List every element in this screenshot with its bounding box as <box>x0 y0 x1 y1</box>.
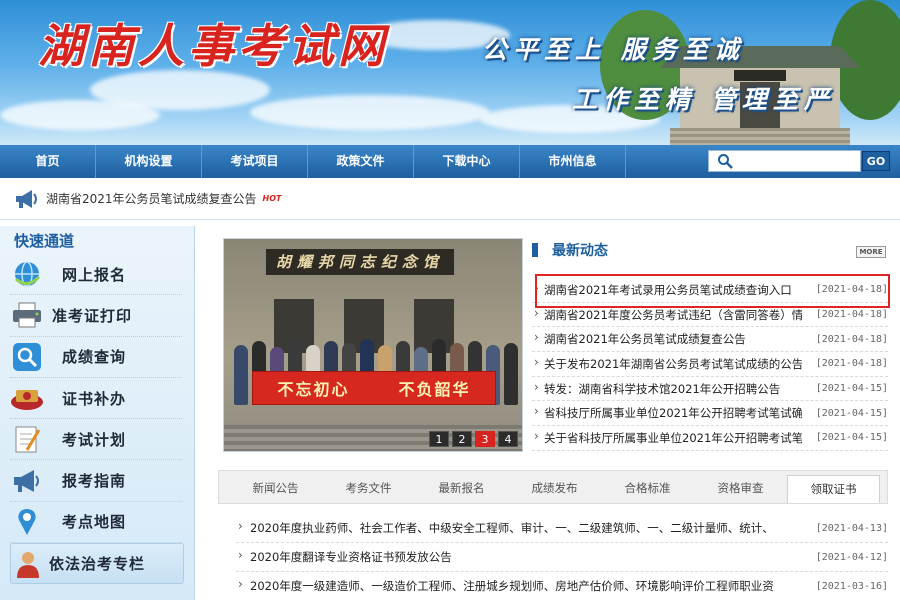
news-item-title: 湖南省2021年公务员笔试成绩复查公告 <box>532 331 802 347</box>
search-box <box>708 150 861 172</box>
news-item[interactable]: 转发：湖南省科学技术馆2021年公开招聘公告 [2021-04-15] <box>532 377 888 402</box>
sidebar-item-certificate-reissue[interactable]: 证书补办 <box>10 378 182 420</box>
sidebar-item-label: 依法治考专栏 <box>49 555 146 574</box>
more-button[interactable]: MORE <box>856 246 886 258</box>
highlight-annotation <box>535 274 890 308</box>
banner-right-text: 不负韶华 <box>398 380 471 399</box>
pager-button-1[interactable]: 1 <box>429 431 449 447</box>
site-title: 湖南人事考试网 <box>38 19 388 73</box>
sidebar-item-exam-plan[interactable]: 考试计划 <box>10 419 182 461</box>
search-icon <box>718 154 733 169</box>
news-item-date: [2021-04-15] <box>815 407 888 419</box>
tab-pass-standards[interactable]: 合格标准 <box>601 475 694 503</box>
globe-icon <box>10 259 44 289</box>
news-item-date: [2021-04-15] <box>815 383 888 395</box>
pager-button-2[interactable]: 2 <box>452 431 472 447</box>
nav-download-center[interactable]: 下载中心 <box>414 145 520 178</box>
ticker-link[interactable]: 湖南省2021年公务员笔试成绩复查公告 <box>46 190 257 207</box>
certificate-news-list: 2020年度执业药师、社会工作者、中级安全工程师、审计、一、二级建筑师、一、二级… <box>236 514 888 600</box>
nav-city-info[interactable]: 市州信息 <box>520 145 626 178</box>
list-item[interactable]: 2020年度翻译专业资格证书预发放公告 [2021-04-12] <box>236 543 888 572</box>
search-go-button[interactable]: GO <box>862 151 890 171</box>
sidebar-title: 快速通道 <box>14 232 75 250</box>
news-item-title: 湖南省2021年度公务员考试违纪（含雷同答卷）情 <box>532 307 802 323</box>
sidebar-item-label: 考点地图 <box>62 513 127 532</box>
printer-icon <box>10 300 44 330</box>
slogan-line-1: 公平至上 服务至诚 <box>482 35 745 64</box>
news-item[interactable]: 关于省科技厅所属事业单位2021年公开招聘考试笔 [2021-04-15] <box>532 426 888 451</box>
sidebar-item-label: 成绩查询 <box>62 348 127 367</box>
sidebar-item-label: 网上报名 <box>62 265 127 284</box>
map-pin-icon <box>10 507 44 537</box>
news-item[interactable]: 省科技厅所属事业单位2021年公开招聘考试笔试确 [2021-04-15] <box>532 401 888 427</box>
list-item-date: [2021-04-13] <box>815 522 888 534</box>
latest-news-title: 最新动态 <box>552 243 608 259</box>
list-item-title: 2020年度执业药师、社会工作者、中级安全工程师、审计、一、二级建筑师、一、二级… <box>236 520 796 536</box>
megaphone-icon <box>10 466 44 496</box>
quick-access-sidebar: 快速通道 网上报名 准考证打印 成绩查询 证书补办 考试计划 报考指南 考点地图… <box>0 226 195 600</box>
sidebar-item-admission-ticket[interactable]: 准考证打印 <box>10 295 182 337</box>
tab-news-announcements[interactable]: 新闻公告 <box>229 475 322 503</box>
nav-organization[interactable]: 机构设置 <box>96 145 202 178</box>
magnifier-icon <box>10 342 44 372</box>
sidebar-item-label: 报考指南 <box>62 472 127 491</box>
category-tabs: 新闻公告 考务文件 最新报名 成绩发布 合格标准 资格审查 领取证书 <box>218 470 888 504</box>
nav-home[interactable]: 首页 <box>0 145 96 178</box>
search-input[interactable] <box>737 152 847 170</box>
news-item-title: 转发：湖南省科学技术馆2021年公开招聘公告 <box>532 381 802 397</box>
news-item-date: [2021-04-18] <box>815 309 888 321</box>
hot-badge: HOT <box>262 194 282 203</box>
pager-button-4[interactable]: 4 <box>498 431 518 447</box>
photo-slideshow[interactable]: 胡耀邦同志纪念馆 不忘初心 不负韶华 1 2 3 4 <box>223 238 523 452</box>
nav-policy-docs[interactable]: 政策文件 <box>308 145 414 178</box>
news-item-title: 省科技厅所属事业单位2021年公开招聘考试笔试确 <box>532 405 802 421</box>
list-item-date: [2021-04-12] <box>815 551 888 563</box>
sidebar-item-online-registration[interactable]: 网上报名 <box>10 254 182 296</box>
news-item-title: 关于发布2021年湖南省公务员考试笔试成绩的公告 <box>532 356 802 372</box>
tab-certificate-collection[interactable]: 领取证书 <box>787 475 880 503</box>
sidebar-item-label: 考试计划 <box>62 430 127 449</box>
list-item-title: 2020年度一级建造师、一级造价工程师、注册城乡规划师、房地产估价师、环境影响评… <box>236 578 796 594</box>
news-item[interactable]: 湖南省2021年公务员笔试成绩复查公告 [2021-04-18] <box>532 327 888 353</box>
nav-exam-items[interactable]: 考试项目 <box>202 145 308 178</box>
announcement-ticker: 湖南省2021年公务员笔试成绩复查公告 HOT <box>0 178 900 220</box>
megaphone-icon <box>16 189 37 208</box>
list-item-date: [2021-03-16] <box>815 580 888 592</box>
sidebar-item-application-guide[interactable]: 报考指南 <box>10 460 182 502</box>
sidebar-item-label: 证书补办 <box>62 389 127 408</box>
sidebar-item-law-column[interactable]: 依法治考专栏 <box>10 543 184 585</box>
sidebar-item-exam-site-map[interactable]: 考点地图 <box>10 502 182 544</box>
sidebar-item-score-query[interactable]: 成绩查询 <box>10 337 182 378</box>
news-item[interactable]: 关于发布2021年湖南省公务员考试笔试成绩的公告 [2021-04-18] <box>532 352 888 377</box>
tab-score-release[interactable]: 成绩发布 <box>508 475 601 503</box>
main-content: 胡耀邦同志纪念馆 不忘初心 不负韶华 1 2 3 4 最新动态 MORE › 湖… <box>208 226 900 600</box>
red-banner: 不忘初心 不负韶华 <box>252 371 496 405</box>
tab-qualification-review[interactable]: 资格审查 <box>694 475 787 503</box>
list-item-title: 2020年度翻译专业资格证书预发放公告 <box>236 549 796 565</box>
site-banner: 湖南人事考试网 公平至上 服务至诚 工作至精 管理至严 <box>0 0 900 145</box>
banner-left-text: 不忘初心 <box>277 380 350 399</box>
memorial-plaque: 胡耀邦同志纪念馆 <box>266 249 454 275</box>
slogan-line-2: 工作至精 管理至严 <box>572 85 835 114</box>
news-item-date: [2021-04-18] <box>815 358 888 370</box>
list-item[interactable]: 2020年度一级建造师、一级造价工程师、注册城乡规划师、房地产估价师、环境影响评… <box>236 572 888 600</box>
news-item-title: 关于省科技厅所属事业单位2021年公开招聘考试笔 <box>532 430 802 446</box>
clipboard-icon <box>10 424 44 454</box>
main-nav: 首页 机构设置 考试项目 政策文件 下载中心 市州信息 GO <box>0 145 900 178</box>
pager-button-3[interactable]: 3 <box>475 431 495 447</box>
tab-latest-registration[interactable]: 最新报名 <box>415 475 508 503</box>
latest-news-header: 最新动态 MORE <box>530 240 886 262</box>
list-item[interactable]: 2020年度执业药师、社会工作者、中级安全工程师、审计、一、二级建筑师、一、二级… <box>236 514 888 543</box>
sidebar-item-label: 准考证打印 <box>52 306 133 325</box>
news-item-date: [2021-04-15] <box>815 432 888 444</box>
news-item-date: [2021-04-18] <box>815 333 888 345</box>
slideshow-pager: 1 2 3 4 <box>429 431 518 447</box>
memorial-hall-graphic <box>600 0 900 145</box>
certificate-icon <box>10 383 44 413</box>
tab-exam-documents[interactable]: 考务文件 <box>322 475 415 503</box>
person-icon <box>11 549 45 579</box>
